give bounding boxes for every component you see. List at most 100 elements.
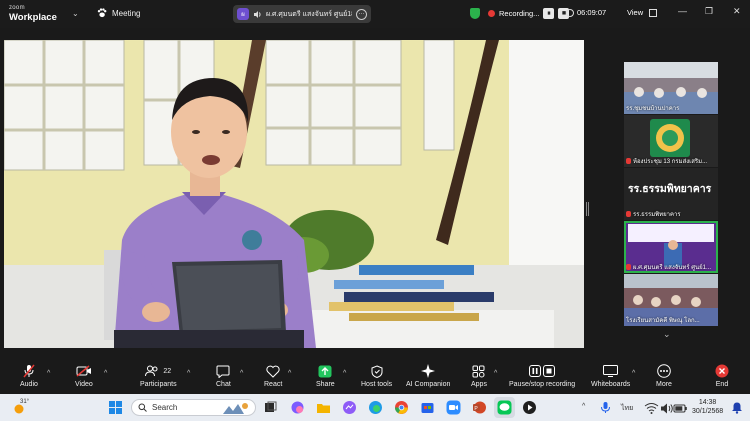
edge-icon[interactable] — [368, 400, 383, 415]
speaker-name: ผ.ศ.ศุมนตรี แสงจันทร์ ศูนย์18's — [266, 10, 352, 18]
search-icon — [138, 403, 147, 412]
whiteboard-icon — [603, 365, 619, 377]
participant-tile[interactable]: โรงเรียนสามัคคี พิษณุ โลก... — [624, 274, 718, 326]
mic-muted-icon — [626, 211, 631, 217]
clock-icon — [566, 8, 574, 17]
meeting-toolbar: Audio ^ Video ^ 22 Participants ^ Chat ^… — [0, 360, 750, 394]
battery-icon[interactable] — [673, 401, 688, 416]
task-view-icon[interactable] — [263, 400, 278, 415]
minimize-icon[interactable]: — — [678, 6, 687, 16]
speaker-volume-icon — [254, 10, 261, 18]
react-button[interactable]: React — [264, 364, 282, 388]
language-indicator[interactable]: ไทย — [621, 403, 633, 414]
brand-big: Workplace — [9, 12, 57, 23]
mic-muted-icon — [626, 158, 631, 164]
powerpoint-icon[interactable]: P — [472, 400, 487, 415]
security-shield-icon[interactable] — [470, 8, 480, 19]
taskbar-clock[interactable]: 14:38 30/1/2568 — [692, 398, 723, 416]
recording-label: Recording... — [499, 9, 540, 18]
tile-label: รร.ธรรมพิทยาคาร — [626, 209, 681, 219]
zoom-app-icon[interactable] — [446, 400, 461, 415]
whiteboards-button[interactable]: Whiteboards — [591, 364, 630, 388]
participants-count: 22 — [163, 367, 172, 375]
participant-tile[interactable]: ห้องประชุม 13 กรมส่งเสริม... — [624, 115, 718, 167]
apps-icon — [472, 365, 485, 377]
view-button[interactable]: View — [627, 8, 658, 17]
participant-tile[interactable]: รร.ธรรมพิทยาคาร รร.ธรรมพิทยาคาร — [624, 168, 718, 220]
participant-tile-active[interactable]: ผ.ศ.ศุมนตรี แสงจันทร์ ศูนย์1... — [624, 221, 718, 273]
audio-button[interactable]: Audio — [20, 364, 38, 388]
chevron-up-icon[interactable]: ^ — [104, 370, 107, 377]
line-app-icon[interactable] — [497, 400, 512, 415]
search-highlight-icon — [223, 402, 248, 414]
end-button[interactable]: End — [715, 364, 729, 388]
file-explorer-icon[interactable] — [316, 400, 331, 415]
pause-recording-button[interactable]: Pause/stop recording — [509, 364, 575, 388]
copilot-icon[interactable] — [290, 400, 305, 415]
close-icon[interactable]: ✕ — [733, 6, 741, 17]
chevron-up-icon[interactable]: ^ — [187, 370, 190, 377]
chevron-up-icon[interactable]: ^ — [240, 370, 243, 377]
messenger-icon[interactable] — [342, 400, 357, 415]
panel-resize-handle[interactable] — [586, 202, 589, 216]
end-call-icon — [715, 364, 729, 378]
chevron-up-icon[interactable]: ^ — [632, 370, 635, 377]
more-icon[interactable]: ··· — [356, 8, 367, 20]
active-speaker-pill[interactable]: ผ ผ.ศ.ศุมนตรี แสงจันทร์ ศูนย์18's ··· — [233, 5, 371, 23]
more-icon — [657, 364, 671, 378]
store-icon[interactable] — [420, 400, 435, 415]
media-player-icon[interactable] — [522, 400, 537, 415]
main-video-feed[interactable] — [4, 40, 584, 348]
tile-banner: รร.ธรรมพิทยาคาร — [628, 183, 712, 195]
app-logo[interactable]: zoom Workplace — [9, 4, 57, 22]
chevron-up-icon[interactable]: ^ — [582, 403, 585, 410]
shield-icon — [371, 364, 383, 378]
meeting-menu[interactable]: Meeting — [97, 8, 140, 18]
chrome-icon[interactable] — [394, 400, 409, 415]
pause-recording-icon[interactable]: ⏸ — [543, 8, 555, 19]
chat-button[interactable]: Chat — [216, 364, 231, 388]
speaker-avatar-icon: ผ — [237, 8, 249, 20]
stop-icon — [543, 365, 556, 377]
more-button[interactable]: More — [656, 364, 672, 388]
title-bar: zoom Workplace ⌄ Meeting ผ ผ.ศ.ศุมนตรี แ… — [0, 0, 750, 28]
chevron-down-icon[interactable]: ⌄ — [72, 9, 79, 18]
video-off-icon — [76, 365, 91, 377]
chevron-up-icon[interactable]: ^ — [343, 370, 346, 377]
recording-status: Recording... ⏸ ■ — [470, 8, 570, 19]
video-button[interactable]: Video — [75, 364, 93, 388]
tile-label: รร.ชุมชนบ้านปาคาร — [626, 106, 680, 112]
pause-icon — [529, 365, 542, 377]
participants-icon — [145, 365, 158, 377]
share-button[interactable]: Share — [316, 364, 335, 388]
timer-value: 06:09:07 — [577, 8, 607, 17]
chevron-up-icon[interactable]: ^ — [288, 370, 291, 377]
participant-tile[interactable]: รร.ชุมชนบ้านปาคาร — [624, 62, 718, 114]
taskbar-search[interactable]: Search — [131, 399, 256, 416]
wifi-icon[interactable] — [644, 401, 659, 416]
windows-start-icon[interactable] — [108, 400, 123, 415]
speaker-video-image — [4, 40, 584, 348]
restore-icon[interactable]: ❐ — [705, 6, 713, 17]
chevron-up-icon[interactable]: ^ — [494, 370, 497, 377]
paw-icon — [97, 8, 107, 18]
mic-muted-icon — [626, 264, 631, 270]
volume-icon[interactable] — [659, 401, 674, 416]
tile-label: ห้องประชุม 13 กรมส่งเสริม... — [626, 156, 707, 166]
sparkle-icon — [421, 364, 436, 378]
microphone-icon[interactable] — [598, 400, 613, 415]
tile-label: โรงเรียนสามัคคี พิษณุ โลก... — [626, 318, 700, 324]
chat-icon — [216, 365, 230, 378]
share-screen-icon — [318, 365, 332, 377]
chevron-down-icon[interactable]: ⌄ — [663, 329, 671, 340]
participants-button[interactable]: 22 Participants — [140, 364, 177, 388]
host-tools-button[interactable]: Host tools — [361, 364, 392, 388]
notification-bell-icon[interactable] — [731, 401, 743, 414]
chevron-up-icon[interactable]: ^ — [47, 370, 50, 377]
meeting-label: Meeting — [112, 8, 141, 18]
view-label: View — [627, 8, 644, 17]
apps-button[interactable]: Apps — [471, 364, 487, 388]
zoom-window: zoom Workplace ⌄ Meeting ผ ผ.ศ.ศุมนตรี แ… — [0, 0, 750, 421]
ai-companion-button[interactable]: AI Companion — [406, 364, 450, 388]
grid-view-icon — [649, 8, 658, 17]
